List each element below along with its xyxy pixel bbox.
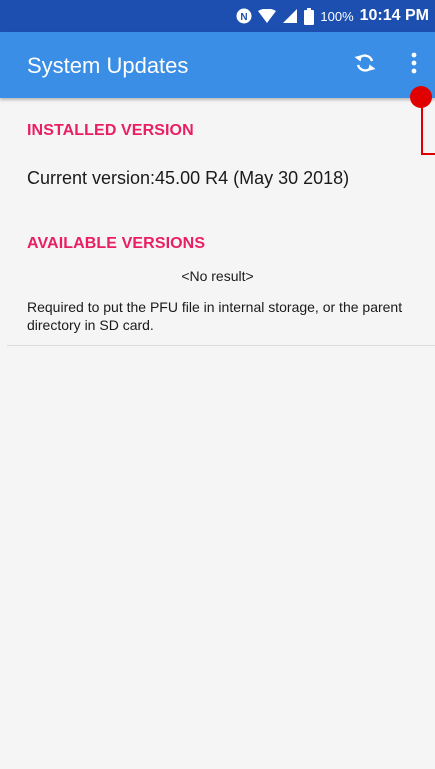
wifi-icon [258,9,277,23]
clock: 10:14 PM [359,7,429,24]
no-result-text: <No result> [181,268,254,284]
cellular-signal-icon [282,8,298,24]
available-versions-header: AVAILABLE VERSIONS [27,235,206,252]
refresh-button[interactable] [351,51,379,79]
app-bar: System Updates [0,32,435,98]
installed-version-header: INSTALLED VERSION [27,122,194,139]
svg-text:N: N [241,12,248,23]
pfu-location-hint: Required to put the PFU file in internal… [27,299,403,333]
more-options-button[interactable] [402,50,426,80]
annotation-dot [410,86,432,108]
battery-percentage: 100% [320,8,354,24]
more-vert-icon [411,52,417,79]
current-version-text: Current version:45.00 R4 (May 30 2018) [27,168,350,188]
status-bar: N 100% 10:14 PM [0,0,435,32]
nfc-icon: N [236,8,252,24]
divider [7,345,435,346]
page-title: System Updates [27,53,189,78]
battery-icon [304,7,315,25]
refresh-icon [353,52,377,79]
